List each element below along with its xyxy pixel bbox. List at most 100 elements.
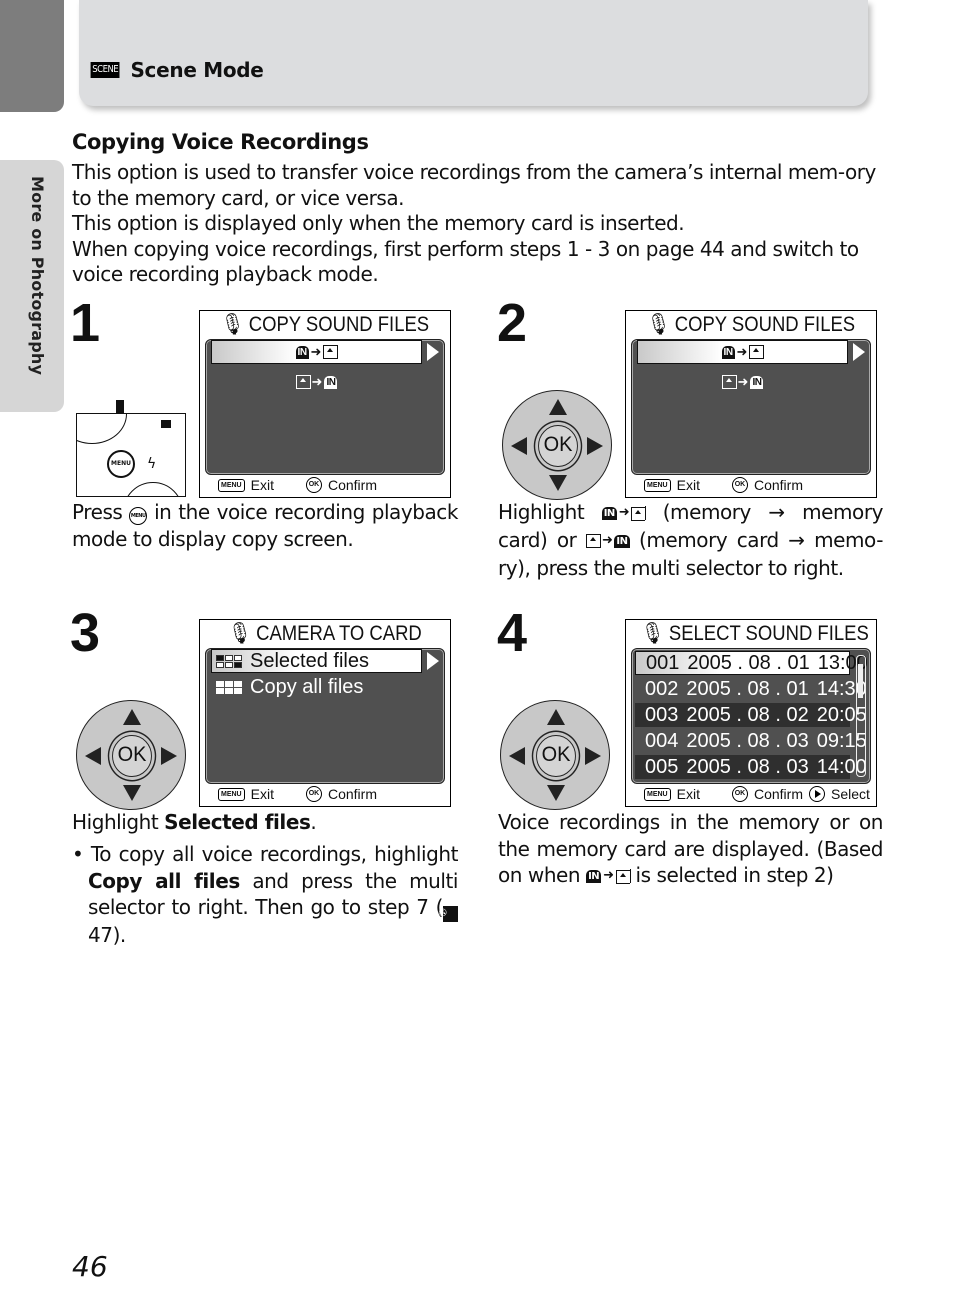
- footer-select: Select: [830, 786, 870, 802]
- ok-button: OK: [112, 735, 152, 777]
- menu-key-icon: MENU: [644, 478, 671, 492]
- menu-key-icon: MENU: [644, 787, 671, 801]
- multi-selector-illustration: OK: [76, 700, 186, 810]
- microphone-icon: 🎙: [641, 622, 665, 645]
- intro-text: This option is used to transfer voice re…: [72, 160, 887, 288]
- right-arrow-icon: [853, 343, 865, 361]
- camera-back-illustration: MENU ϟ: [76, 413, 186, 497]
- scrollbar[interactable]: [856, 655, 866, 777]
- mode-dial: [77, 414, 127, 444]
- flash-icon: ϟ: [147, 456, 157, 472]
- camera-multi-selector: [123, 482, 183, 496]
- scene-mode-icon: SCENE: [90, 62, 120, 78]
- step-3-caption: Highlight Selected files.: [72, 810, 317, 834]
- step-number: 4: [497, 603, 528, 663]
- camera-menu-button: MENU: [107, 450, 135, 478]
- step-number: 3: [70, 603, 101, 663]
- menu-key-icon: MENU: [218, 478, 245, 492]
- file-row[interactable]: 005 2005 . 08 . 03 14:00: [635, 755, 867, 779]
- memory-card-icon: [323, 344, 339, 359]
- step-3-bullet: • To copy all voice recordings, highligh…: [72, 842, 458, 947]
- camera-icon-square: [161, 420, 171, 428]
- lcd-file-list: 001 2005 . 08 . 01 13:00 002 2005 . 08 . 01…: [631, 648, 871, 784]
- footer-confirm: Confirm: [753, 786, 803, 802]
- all-files-icon: [216, 680, 242, 694]
- lcd-title: 🎙 SELECT SOUND FILES: [641, 622, 869, 645]
- lcd-screen-copy-sound-files: 🎙 COPY SOUND FILES IN ➜ ➜ IN MENU Exit OK Con…: [199, 310, 451, 498]
- internal-memory-icon: IN: [721, 345, 735, 359]
- arrow-icon: ➜: [618, 505, 630, 521]
- footer-confirm: Confirm: [327, 786, 377, 802]
- lcd-menu-panel: IN ➜ ➜ IN: [205, 339, 445, 475]
- ok-button: OK: [536, 735, 576, 777]
- multi-selector-illustration: OK: [500, 700, 610, 810]
- up-triangle-icon: [123, 709, 141, 725]
- footer-confirm: Confirm: [327, 477, 377, 493]
- lcd-title: 🎙 COPY SOUND FILES: [646, 313, 856, 336]
- right-triangle-icon: [585, 747, 601, 765]
- up-triangle-icon: [547, 709, 565, 725]
- page-reference-icon: ✇: [439, 906, 458, 922]
- scrollbar-thumb[interactable]: [858, 664, 863, 698]
- menu-option-memory-to-card[interactable]: IN ➜: [211, 340, 422, 364]
- down-triangle-icon: [549, 475, 567, 491]
- right-triangle-icon: [161, 747, 177, 765]
- menu-option-selected-files[interactable]: Selected files: [211, 649, 422, 673]
- lcd-title: 🎙 CAMERA TO CARD: [228, 622, 422, 645]
- down-triangle-icon: [123, 785, 141, 801]
- lcd-screen-select-sound-files: 🎙 SELECT SOUND FILES 001 2005 . 08 . 01 13:…: [625, 619, 877, 807]
- right-arrow-icon: [427, 652, 439, 670]
- menu-option-card-to-memory[interactable]: ➜ IN: [211, 370, 422, 394]
- header-title: SCENE Scene Mode: [88, 58, 264, 82]
- ok-key-icon: OK: [305, 786, 322, 802]
- microphone-icon: 🎙: [220, 313, 245, 336]
- memory-card-icon: [749, 344, 765, 359]
- header-title-text: Scene Mode: [130, 58, 264, 82]
- internal-memory-icon: IN: [614, 534, 630, 548]
- lcd-footer: MENU Exit OK Confirm: [218, 784, 446, 804]
- menu-option-copy-all-files[interactable]: Copy all files: [211, 675, 422, 699]
- right-arrow-icon: [427, 343, 439, 361]
- ok-key-icon: OK: [731, 786, 748, 802]
- internal-memory-icon: IN: [586, 870, 602, 883]
- file-row[interactable]: 002 2005 . 08 . 01 14:30: [635, 677, 867, 701]
- microphone-icon: 🎙: [228, 622, 252, 645]
- step-number: 1: [70, 293, 101, 353]
- footer-exit: Exit: [676, 786, 700, 802]
- file-row[interactable]: 004 2005 . 08 . 03 09:15: [635, 729, 867, 753]
- footer-exit: Exit: [676, 477, 700, 493]
- footer-exit: Exit: [250, 477, 274, 493]
- internal-memory-icon: IN: [750, 375, 764, 389]
- down-triangle-icon: [547, 785, 565, 801]
- arrow-icon: ➜: [601, 533, 613, 548]
- internal-memory-icon: IN: [295, 345, 309, 359]
- file-row[interactable]: 003 2005 . 08 . 02 20:05: [635, 703, 867, 727]
- arrow-icon: ➜: [736, 344, 748, 359]
- internal-memory-icon: IN: [324, 375, 338, 389]
- intro-paragraph: When copying voice recordings, first per…: [72, 236, 859, 287]
- memory-card-icon: [721, 374, 737, 389]
- intro-paragraph: This option is displayed only when the m…: [72, 211, 685, 235]
- page-number: 46: [72, 1250, 108, 1283]
- selected-files-icon: [216, 654, 242, 668]
- ok-button: OK: [538, 425, 578, 467]
- lcd-footer: MENU Exit OK Confirm: [644, 475, 872, 495]
- lcd-footer: MENU Exit OK Confirm: [218, 475, 446, 495]
- up-triangle-icon: [549, 399, 567, 415]
- arrow-icon: ➜: [310, 344, 322, 359]
- multi-selector-illustration: OK: [502, 390, 612, 500]
- file-row[interactable]: 001 2005 . 08 . 01 13:00: [635, 651, 868, 675]
- arrow-icon: ➜: [311, 374, 323, 389]
- arrow-icon: ➜: [603, 868, 614, 884]
- menu-option-card-to-memory[interactable]: ➜ IN: [637, 370, 848, 394]
- step-number: 2: [497, 293, 528, 353]
- step-4-caption: Voice recordings in the memory or on the…: [498, 809, 883, 890]
- arrow-icon: ➜: [737, 374, 749, 389]
- menu-option-memory-to-card[interactable]: IN ➜: [637, 340, 848, 364]
- left-triangle-icon: [511, 437, 527, 455]
- lcd-title: 🎙 COPY SOUND FILES: [220, 313, 430, 336]
- ok-key-icon: OK: [731, 477, 748, 493]
- right-triangle-icon: [587, 437, 603, 455]
- chapter-tab-dark: [0, 0, 64, 112]
- microphone-icon: 🎙: [646, 313, 671, 336]
